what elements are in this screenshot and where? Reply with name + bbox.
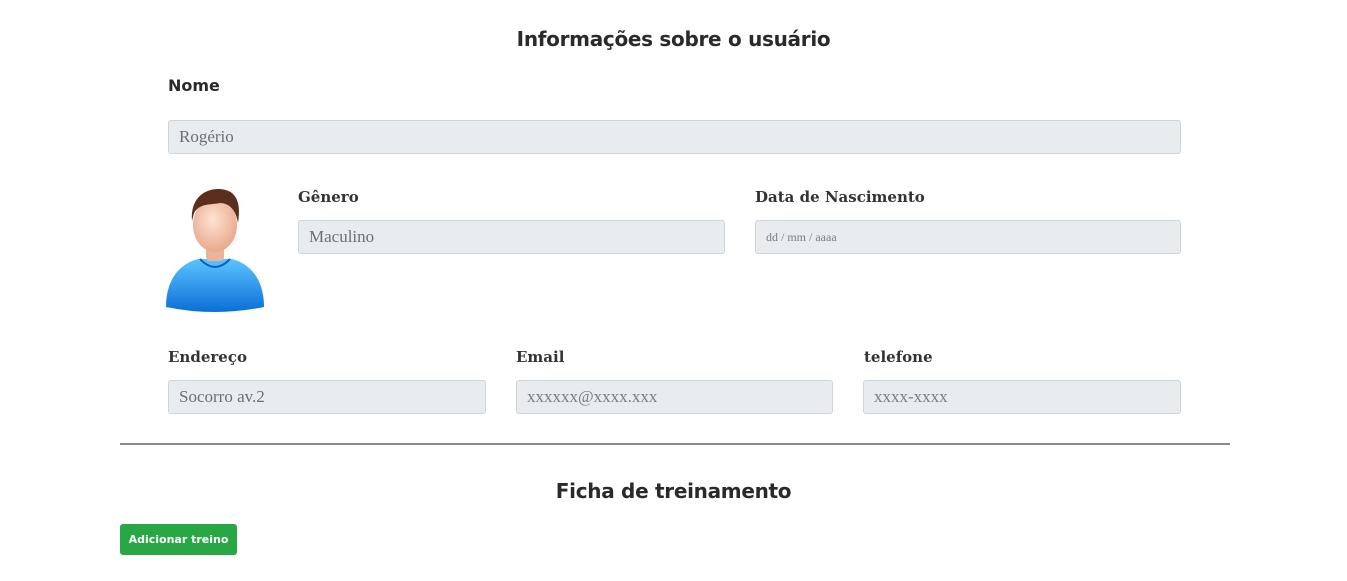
birthdate-label: Data de Nascimento [755,188,925,206]
name-field[interactable] [168,120,1181,154]
section-divider [120,443,1230,445]
address-field[interactable] [168,380,486,414]
name-label: Nome [168,76,220,95]
birthdate-field[interactable] [755,220,1181,254]
gender-field[interactable] [298,220,725,254]
user-info-title: Informações sobre o usuário [516,27,831,51]
email-field[interactable] [516,380,833,414]
phone-field[interactable] [863,380,1181,414]
email-label: Email [516,348,565,366]
add-training-button[interactable]: Adicionar treino [120,524,237,555]
user-avatar-icon [166,189,264,312]
phone-label: telefone [864,348,933,366]
training-title: Ficha de treinamento [555,479,792,503]
address-label: Endereço [168,348,247,366]
gender-label: Gênero [298,188,359,206]
